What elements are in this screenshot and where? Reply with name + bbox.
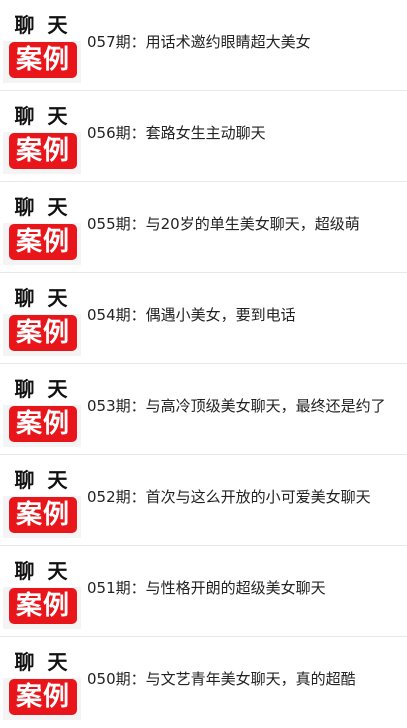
thumbnail-title-char: 天 xyxy=(47,558,70,583)
thumbnail-title-char: 聊 xyxy=(14,12,37,37)
thumbnail-title-char: 天 xyxy=(47,467,70,492)
article-thumbnail: 聊 天 案例 xyxy=(3,96,81,174)
thumbnail-title-char: 天 xyxy=(47,376,70,401)
article-thumbnail: 聊 天 案例 xyxy=(3,278,81,356)
list-item[interactable]: 聊 天 案例 051期：与性格开朗的超级美女聊天 xyxy=(0,546,407,637)
thumbnail-badge-label: 案例 xyxy=(15,682,70,712)
thumbnail-title: 聊 天 xyxy=(3,642,81,678)
thumbnail-title-char: 聊 xyxy=(14,649,37,674)
article-thumbnail: 聊 天 案例 xyxy=(3,369,81,447)
list-item[interactable]: 聊 天 案例 057期：用话术邀约眼睛超大美女 xyxy=(0,0,407,91)
list-item[interactable]: 聊 天 案例 052期：首次与这么开放的小可爱美女聊天 xyxy=(0,455,407,546)
list-item[interactable]: 聊 天 案例 054期：偶遇小美女，要到电话 xyxy=(0,273,407,364)
thumbnail-title-char: 聊 xyxy=(14,467,37,492)
thumbnail-badge-label: 案例 xyxy=(15,409,70,439)
thumbnail-title: 聊 天 xyxy=(3,369,81,405)
list-item[interactable]: 聊 天 案例 053期：与高冷顶级美女聊天，最终还是约了 xyxy=(0,364,407,455)
thumbnail-badge-label: 案例 xyxy=(15,500,70,530)
thumbnail-badge: 案例 xyxy=(9,133,77,169)
thumbnail-title-char: 聊 xyxy=(14,558,37,583)
article-title[interactable]: 055期：与20岁的单生美女聊天，超级萌 xyxy=(87,214,360,234)
article-title[interactable]: 056期：套路女生主动聊天 xyxy=(87,123,266,143)
thumbnail-badge-label: 案例 xyxy=(15,45,70,75)
thumbnail-badge-label: 案例 xyxy=(15,591,70,621)
article-title[interactable]: 051期：与性格开朗的超级美女聊天 xyxy=(87,578,326,598)
thumbnail-title: 聊 天 xyxy=(3,187,81,223)
article-title[interactable]: 057期：用话术邀约眼睛超大美女 xyxy=(87,32,311,52)
list-item[interactable]: 聊 天 案例 050期：与文艺青年美女聊天，真的超酷 xyxy=(0,637,407,728)
thumbnail-badge: 案例 xyxy=(9,42,77,78)
article-thumbnail: 聊 天 案例 xyxy=(3,551,81,629)
list-item[interactable]: 聊 天 案例 056期：套路女生主动聊天 xyxy=(0,91,407,182)
thumbnail-title-char: 天 xyxy=(47,103,70,128)
article-title[interactable]: 054期：偶遇小美女，要到电话 xyxy=(87,305,296,325)
thumbnail-badge-label: 案例 xyxy=(15,136,70,166)
thumbnail-badge: 案例 xyxy=(9,224,77,260)
article-title[interactable]: 050期：与文艺青年美女聊天，真的超酷 xyxy=(87,669,356,689)
thumbnail-title-char: 聊 xyxy=(14,194,37,219)
article-title[interactable]: 053期：与高冷顶级美女聊天，最终还是约了 xyxy=(87,396,386,416)
article-thumbnail: 聊 天 案例 xyxy=(3,5,81,83)
thumbnail-badge-label: 案例 xyxy=(15,318,70,348)
thumbnail-badge: 案例 xyxy=(9,315,77,351)
article-thumbnail: 聊 天 案例 xyxy=(3,642,81,720)
thumbnail-badge-label: 案例 xyxy=(15,227,70,257)
thumbnail-title-char: 天 xyxy=(47,12,70,37)
thumbnail-title-char: 聊 xyxy=(14,376,37,401)
thumbnail-title-char: 天 xyxy=(47,649,70,674)
thumbnail-title: 聊 天 xyxy=(3,96,81,132)
thumbnail-title: 聊 天 xyxy=(3,460,81,496)
thumbnail-title-char: 聊 xyxy=(14,285,37,310)
thumbnail-badge: 案例 xyxy=(9,406,77,442)
article-thumbnail: 聊 天 案例 xyxy=(3,460,81,538)
thumbnail-title: 聊 天 xyxy=(3,5,81,41)
thumbnail-title-char: 天 xyxy=(47,194,70,219)
thumbnail-badge: 案例 xyxy=(9,497,77,533)
article-title[interactable]: 052期：首次与这么开放的小可爱美女聊天 xyxy=(87,487,371,507)
thumbnail-title-char: 天 xyxy=(47,285,70,310)
thumbnail-badge: 案例 xyxy=(9,679,77,715)
thumbnail-badge: 案例 xyxy=(9,588,77,624)
thumbnail-title-char: 聊 xyxy=(14,103,37,128)
thumbnail-title: 聊 天 xyxy=(3,551,81,587)
article-thumbnail: 聊 天 案例 xyxy=(3,187,81,265)
thumbnail-title: 聊 天 xyxy=(3,278,81,314)
list-item[interactable]: 聊 天 案例 055期：与20岁的单生美女聊天，超级萌 xyxy=(0,182,407,273)
